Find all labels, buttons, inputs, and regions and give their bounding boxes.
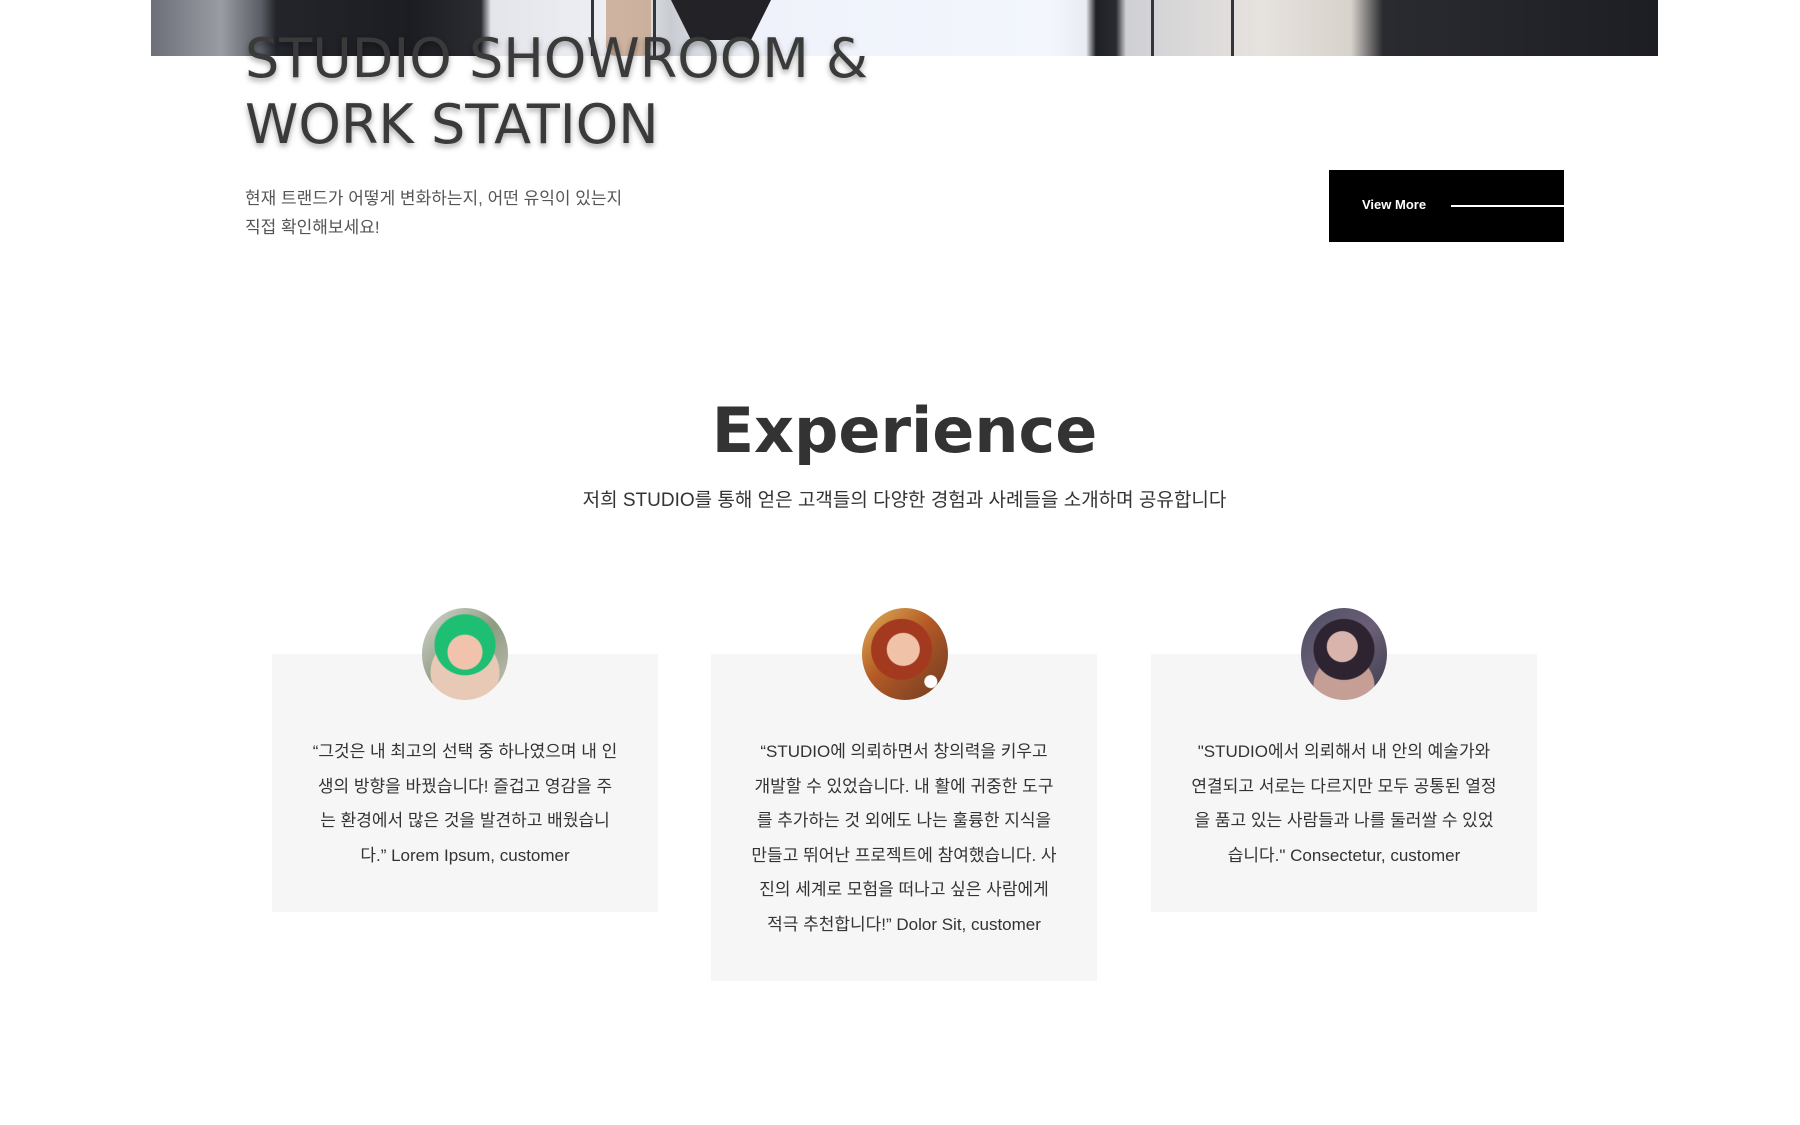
testimonial-text: "STUDIO에서 의뢰해서 내 안의 예술가와 연결되고 서로는 다르지만 모… <box>1191 742 1497 865</box>
view-more-label: View More <box>1362 197 1427 212</box>
testimonial-card: “STUDIO에 의뢰하면서 창의력을 키우고 개발할 수 있었습니다. 내 활… <box>711 654 1097 981</box>
light-stand-image <box>1231 0 1234 56</box>
hero-title: STUDIO SHOWROOM & WORK STATION <box>245 27 869 156</box>
testimonial-text: “그것은 내 최고의 선택 중 하나였으며 내 인생의 방향을 바꿨습니다! 즐… <box>312 742 618 865</box>
light-stand-image <box>1151 0 1154 56</box>
view-more-button[interactable]: View More <box>1329 170 1564 242</box>
hero-description: 현재 트랜드가 어떻게 변화하는지, 어떤 유익이 있는지 직접 확인해보세요! <box>245 189 623 237</box>
customer-avatar <box>862 608 948 700</box>
experience-title: Experience <box>711 394 1098 467</box>
customer-avatar <box>422 608 508 700</box>
experience-subtitle: 저희 STUDIO를 통해 얻은 고객들의 다양한 경험과 사례들을 소개하며 … <box>582 490 1227 511</box>
arrow-line-icon <box>1451 205 1564 207</box>
testimonial-text: “STUDIO에 의뢰하면서 창의력을 키우고 개발할 수 있었습니다. 내 활… <box>751 742 1057 934</box>
page: STUDIO SHOWROOM & WORK STATION 현재 트랜드가 어… <box>0 0 1800 1125</box>
customer-avatar <box>1301 608 1387 700</box>
